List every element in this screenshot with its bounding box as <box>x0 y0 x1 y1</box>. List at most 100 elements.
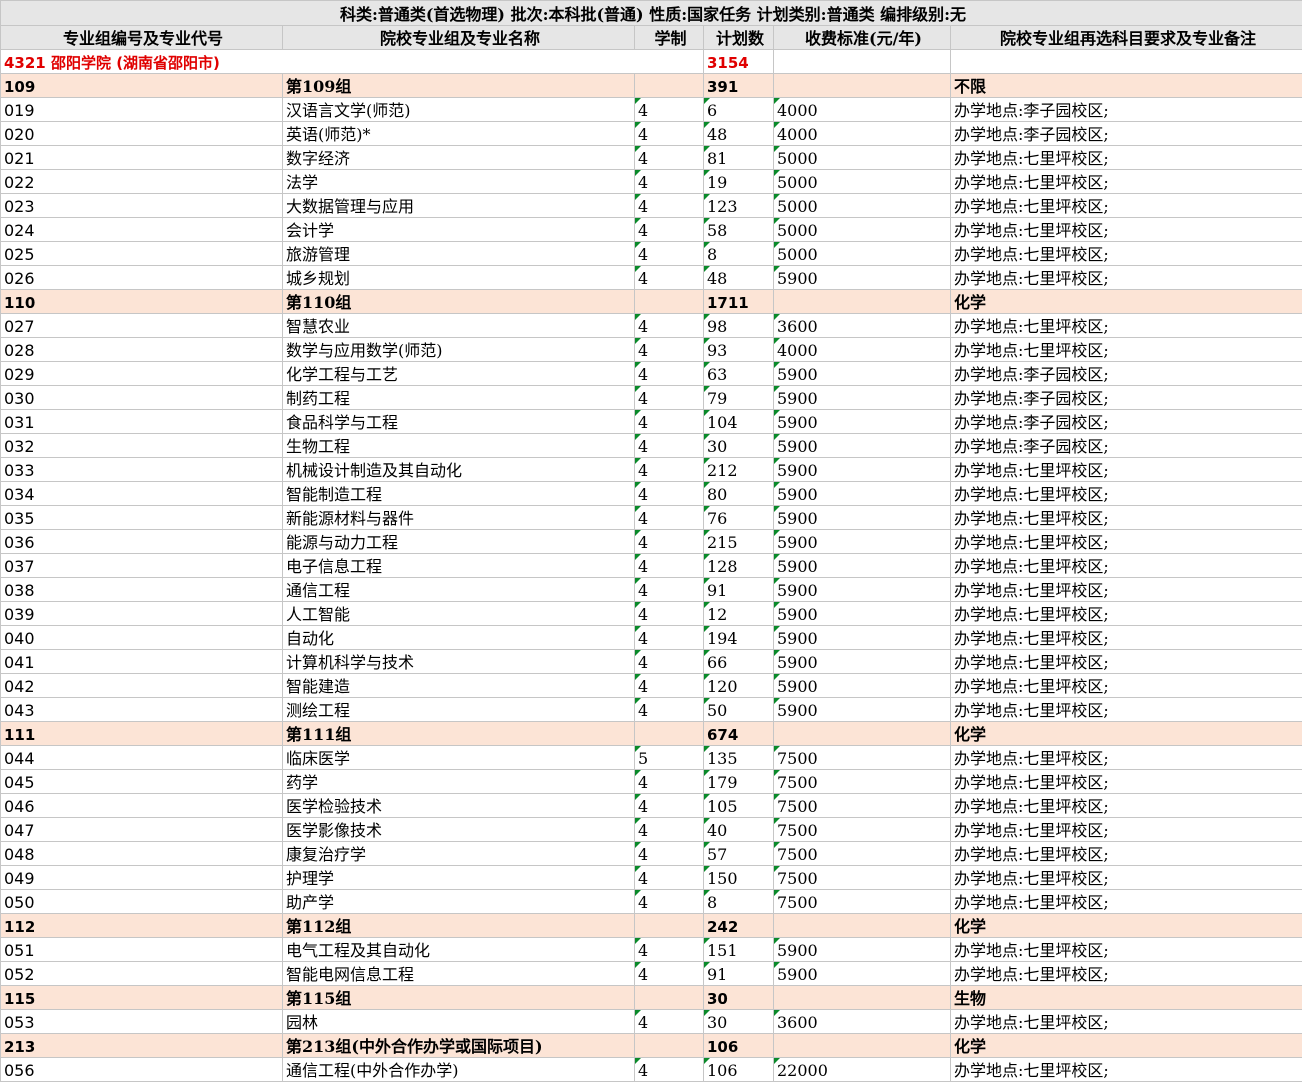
fee-cell[interactable]: 5900 <box>774 482 951 506</box>
note-cell[interactable]: 办学地点:七里坪校区; <box>951 266 1302 290</box>
name-cell[interactable]: 大数据管理与应用 <box>283 194 635 218</box>
fee-cell[interactable] <box>774 722 951 746</box>
years-cell[interactable]: 4 <box>635 794 704 818</box>
note-cell[interactable]: 办学地点:七里坪校区; <box>951 842 1302 866</box>
name-cell[interactable]: 第111组 <box>283 722 635 746</box>
note-cell[interactable]: 办学地点:七里坪校区; <box>951 674 1302 698</box>
fee-cell[interactable]: 5000 <box>774 170 951 194</box>
plan-cell[interactable]: 30 <box>704 986 774 1010</box>
years-cell[interactable]: 4 <box>635 554 704 578</box>
years-cell[interactable]: 4 <box>635 314 704 338</box>
code-cell[interactable]: 035 <box>1 506 283 530</box>
code-cell[interactable]: 111 <box>1 722 283 746</box>
note-cell[interactable]: 办学地点:七里坪校区; <box>951 578 1302 602</box>
plan-cell[interactable]: 30 <box>704 1010 774 1034</box>
plan-cell[interactable]: 30 <box>704 434 774 458</box>
years-cell[interactable]: 4 <box>635 122 704 146</box>
years-cell[interactable]: 4 <box>635 458 704 482</box>
note-cell[interactable]: 生物 <box>951 986 1302 1010</box>
plan-cell[interactable]: 6 <box>704 98 774 122</box>
plan-cell[interactable]: 8 <box>704 242 774 266</box>
plan-cell[interactable]: 128 <box>704 554 774 578</box>
note-cell[interactable]: 办学地点:七里坪校区; <box>951 218 1302 242</box>
plan-cell[interactable]: 66 <box>704 650 774 674</box>
name-cell[interactable]: 智能建造 <box>283 674 635 698</box>
fee-cell[interactable]: 7500 <box>774 746 951 770</box>
plan-cell[interactable]: 48 <box>704 122 774 146</box>
years-cell[interactable]: 4 <box>635 98 704 122</box>
fee-cell[interactable]: 7500 <box>774 770 951 794</box>
fee-cell[interactable] <box>774 74 951 98</box>
name-cell[interactable]: 第109组 <box>283 74 635 98</box>
years-cell[interactable] <box>635 1034 704 1058</box>
name-cell[interactable]: 医学影像技术 <box>283 818 635 842</box>
note-cell[interactable]: 办学地点:七里坪校区; <box>951 314 1302 338</box>
plan-cell[interactable]: 79 <box>704 386 774 410</box>
years-cell[interactable]: 4 <box>635 578 704 602</box>
plan-cell[interactable]: 106 <box>704 1034 774 1058</box>
name-cell[interactable]: 电气工程及其自动化 <box>283 938 635 962</box>
years-cell[interactable]: 4 <box>635 530 704 554</box>
plan-cell[interactable]: 106 <box>704 1058 774 1082</box>
note-cell[interactable]: 办学地点:七里坪校区; <box>951 626 1302 650</box>
plan-cell[interactable]: 63 <box>704 362 774 386</box>
years-cell[interactable] <box>635 74 704 98</box>
school-note-cell[interactable] <box>951 50 1302 74</box>
name-cell[interactable]: 英语(师范)* <box>283 122 635 146</box>
name-cell[interactable]: 第115组 <box>283 986 635 1010</box>
note-cell[interactable]: 办学地点:七里坪校区; <box>951 602 1302 626</box>
fee-cell[interactable]: 5900 <box>774 410 951 434</box>
years-cell[interactable]: 4 <box>635 218 704 242</box>
plan-cell[interactable]: 179 <box>704 770 774 794</box>
fee-cell[interactable]: 7500 <box>774 794 951 818</box>
code-cell[interactable]: 037 <box>1 554 283 578</box>
note-cell[interactable]: 化学 <box>951 1034 1302 1058</box>
code-cell[interactable]: 030 <box>1 386 283 410</box>
code-cell[interactable]: 047 <box>1 818 283 842</box>
plan-cell[interactable]: 98 <box>704 314 774 338</box>
code-cell[interactable]: 050 <box>1 890 283 914</box>
code-cell[interactable]: 021 <box>1 146 283 170</box>
note-cell[interactable]: 办学地点:七里坪校区; <box>951 506 1302 530</box>
name-cell[interactable]: 旅游管理 <box>283 242 635 266</box>
code-cell[interactable]: 025 <box>1 242 283 266</box>
years-cell[interactable]: 4 <box>635 338 704 362</box>
name-cell[interactable]: 园林 <box>283 1010 635 1034</box>
fee-cell[interactable]: 5900 <box>774 266 951 290</box>
header-years[interactable]: 学制 <box>635 26 704 50</box>
note-cell[interactable]: 办学地点:李子园校区; <box>951 410 1302 434</box>
note-cell[interactable]: 化学 <box>951 722 1302 746</box>
code-cell[interactable]: 053 <box>1 1010 283 1034</box>
plan-cell[interactable]: 150 <box>704 866 774 890</box>
name-cell[interactable]: 智能制造工程 <box>283 482 635 506</box>
plan-cell[interactable]: 19 <box>704 170 774 194</box>
note-cell[interactable]: 办学地点:李子园校区; <box>951 98 1302 122</box>
note-cell[interactable]: 办学地点:七里坪校区; <box>951 458 1302 482</box>
plan-cell[interactable]: 40 <box>704 818 774 842</box>
note-cell[interactable]: 办学地点:七里坪校区; <box>951 650 1302 674</box>
name-cell[interactable]: 法学 <box>283 170 635 194</box>
note-cell[interactable]: 办学地点:七里坪校区; <box>951 1010 1302 1034</box>
note-cell[interactable]: 办学地点:李子园校区; <box>951 386 1302 410</box>
years-cell[interactable]: 4 <box>635 626 704 650</box>
name-cell[interactable]: 第112组 <box>283 914 635 938</box>
plan-cell[interactable]: 8 <box>704 890 774 914</box>
code-cell[interactable]: 020 <box>1 122 283 146</box>
years-cell[interactable]: 4 <box>635 866 704 890</box>
name-cell[interactable]: 数学与应用数学(师范) <box>283 338 635 362</box>
fee-cell[interactable]: 5000 <box>774 146 951 170</box>
fee-cell[interactable]: 7500 <box>774 842 951 866</box>
plan-cell[interactable]: 391 <box>704 74 774 98</box>
plan-cell[interactable]: 135 <box>704 746 774 770</box>
code-cell[interactable]: 033 <box>1 458 283 482</box>
code-cell[interactable]: 112 <box>1 914 283 938</box>
code-cell[interactable]: 109 <box>1 74 283 98</box>
years-cell[interactable]: 4 <box>635 818 704 842</box>
plan-cell[interactable]: 80 <box>704 482 774 506</box>
note-cell[interactable]: 办学地点:七里坪校区; <box>951 818 1302 842</box>
note-cell[interactable]: 办学地点:七里坪校区; <box>951 482 1302 506</box>
name-cell[interactable]: 智慧农业 <box>283 314 635 338</box>
name-cell[interactable]: 第110组 <box>283 290 635 314</box>
note-cell[interactable]: 办学地点:七里坪校区; <box>951 1058 1302 1082</box>
fee-cell[interactable]: 5000 <box>774 194 951 218</box>
